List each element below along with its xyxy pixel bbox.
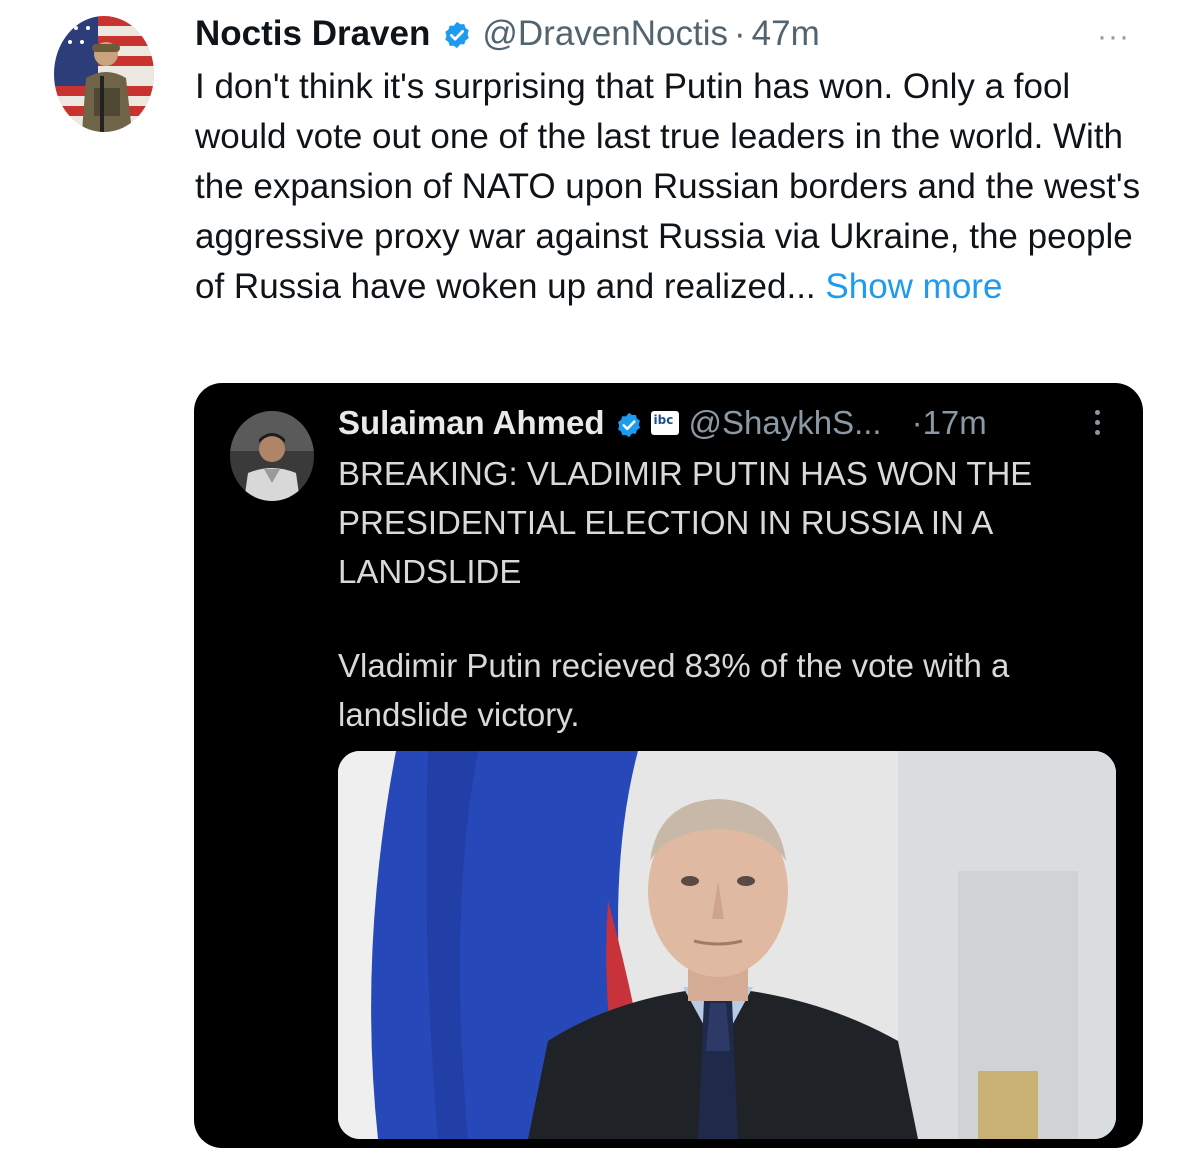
- quoted-verified-badge-icon: [615, 409, 643, 438]
- more-vertical-icon[interactable]: [1092, 407, 1102, 441]
- affiliation-badge-label: ibc: [653, 413, 674, 427]
- tweet-timestamp[interactable]: 47m: [752, 14, 820, 54]
- author-avatar[interactable]: [54, 16, 154, 132]
- quoted-tweet-card[interactable]: Sulaiman Ahmed ibc @ShaykhS... ·17m BREA…: [194, 383, 1143, 1148]
- author-handle[interactable]: @DravenNoctis: [482, 14, 728, 54]
- affiliation-badge-icon[interactable]: ibc: [650, 411, 679, 435]
- quoted-tweet-header: Sulaiman Ahmed ibc @ShaykhS... ·17m: [338, 401, 987, 445]
- quoted-tweet-headline: BREAKING: VLADIMIR PUTIN HAS WON THE PRE…: [338, 455, 1033, 590]
- author-name[interactable]: Noctis Draven: [195, 14, 430, 54]
- show-more-link[interactable]: Show more: [825, 267, 1002, 306]
- author-avatar-image: [54, 16, 154, 132]
- quoted-avatar-image: [230, 411, 314, 501]
- verified-badge-icon: [442, 19, 472, 49]
- separator-dot: ·: [733, 14, 746, 53]
- quoted-author-handle[interactable]: @ShaykhS...: [689, 404, 882, 442]
- photo-image: [338, 751, 1116, 1139]
- tweet-header: Noctis Draven @DravenNoctis · 47m: [195, 10, 820, 58]
- quoted-tweet-photo[interactable]: [338, 751, 1116, 1139]
- tweet-text: I don't think it's surprising that Putin…: [195, 62, 1155, 312]
- quoted-author-name[interactable]: Sulaiman Ahmed: [338, 404, 605, 442]
- quoted-author-avatar[interactable]: [230, 411, 314, 501]
- quoted-tweet-body: Vladimir Putin recieved 83% of the vote …: [338, 647, 1010, 733]
- more-horizontal-icon[interactable]: ···: [1097, 20, 1130, 54]
- quoted-tweet-timestamp[interactable]: ·17m: [912, 404, 987, 442]
